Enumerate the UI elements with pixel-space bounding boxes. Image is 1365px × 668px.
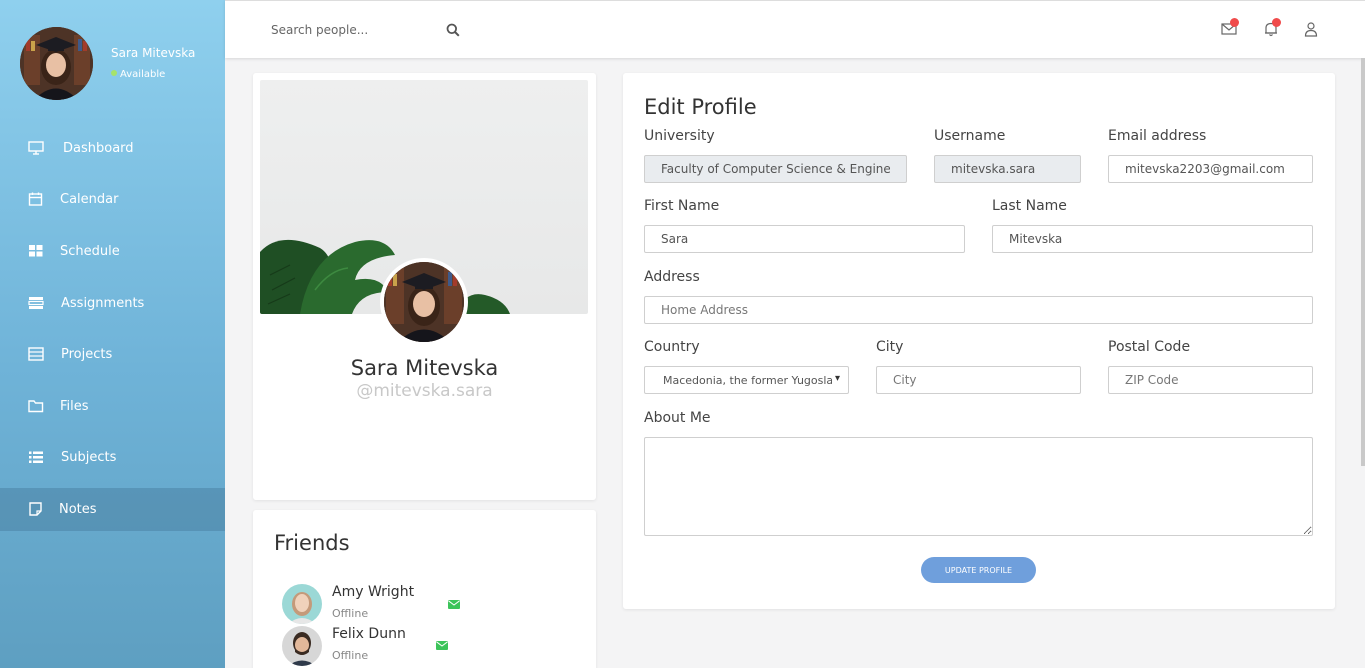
sidebar-item-projects[interactable]: Projects bbox=[0, 333, 225, 376]
avatar bbox=[282, 584, 322, 624]
sidebar-item-label: Calendar bbox=[60, 192, 119, 207]
notification-badge bbox=[1272, 18, 1281, 27]
profile-handle: @mitevska.sara bbox=[356, 381, 493, 401]
search-input[interactable] bbox=[271, 20, 441, 40]
sidebar: Sara Mitevska Available Dashboard Calend… bbox=[0, 0, 225, 668]
postal-code-label: Postal Code bbox=[1108, 339, 1191, 355]
username-field[interactable] bbox=[934, 155, 1081, 183]
sidebar-item-label: Schedule bbox=[60, 244, 120, 259]
country-select[interactable]: Macedonia, the former Yugoslav Republic … bbox=[644, 366, 849, 394]
sidebar-item-label: Notes bbox=[59, 502, 97, 517]
note-icon bbox=[29, 502, 42, 516]
sidebar-item-label: Projects bbox=[61, 347, 113, 362]
sidebar-item-label: Assignments bbox=[61, 296, 145, 311]
friend-name: Felix Dunn bbox=[332, 626, 406, 642]
avatar bbox=[282, 626, 322, 666]
about-me-textarea[interactable] bbox=[644, 437, 1313, 536]
profile-name: Sara Mitevska bbox=[350, 356, 499, 380]
sidebar-user-status: Available bbox=[111, 69, 165, 80]
mail-button[interactable] bbox=[1221, 18, 1239, 37]
friend-status: Offline bbox=[332, 607, 369, 620]
search-icon[interactable] bbox=[446, 23, 460, 37]
sidebar-item-schedule[interactable]: Schedule bbox=[0, 230, 225, 273]
friend-status: Offline bbox=[332, 649, 369, 662]
sidebar-item-files[interactable]: Files bbox=[0, 385, 225, 428]
city-field[interactable] bbox=[876, 366, 1081, 394]
mail-icon[interactable] bbox=[436, 641, 448, 650]
country-label: Country bbox=[644, 339, 700, 355]
username-label: Username bbox=[934, 128, 1006, 144]
edit-profile-card: Edit Profile University Username Email a… bbox=[623, 73, 1335, 609]
table-icon bbox=[28, 347, 44, 361]
first-name-field[interactable] bbox=[644, 225, 965, 253]
profile-card: Sara Mitevska @mitevska.sara bbox=[253, 73, 596, 500]
sidebar-item-label: Files bbox=[60, 399, 89, 414]
last-name-label: Last Name bbox=[992, 198, 1067, 214]
friend-name: Amy Wright bbox=[332, 584, 415, 600]
sidebar-item-assignments[interactable]: Assignments bbox=[0, 282, 225, 325]
bullet-list-icon bbox=[29, 451, 43, 463]
sidebar-item-label: Subjects bbox=[61, 450, 117, 465]
friends-title: Friends bbox=[274, 531, 350, 555]
sidebar-item-label: Dashboard bbox=[63, 141, 134, 156]
sidebar-item-calendar[interactable]: Calendar bbox=[0, 178, 225, 221]
user-icon bbox=[1304, 22, 1318, 37]
user-menu-button[interactable] bbox=[1303, 21, 1319, 37]
monitor-icon bbox=[28, 141, 44, 155]
online-dot-icon bbox=[111, 70, 117, 76]
email-label: Email address bbox=[1108, 128, 1207, 144]
calendar-icon bbox=[28, 192, 43, 206]
sidebar-user-name: Sara Mitevska bbox=[111, 46, 196, 60]
postal-code-field[interactable] bbox=[1108, 366, 1313, 394]
avatar[interactable] bbox=[20, 27, 93, 100]
folder-icon bbox=[28, 400, 44, 413]
university-field[interactable] bbox=[644, 155, 907, 183]
university-label: University bbox=[644, 128, 715, 144]
first-name-label: First Name bbox=[644, 198, 720, 214]
list-item[interactable]: Felix Dunn Offline bbox=[282, 626, 482, 668]
sidebar-item-notes[interactable]: Notes bbox=[0, 488, 225, 531]
mail-badge bbox=[1230, 18, 1239, 27]
status-text: Available bbox=[120, 69, 166, 80]
address-field[interactable] bbox=[644, 296, 1313, 324]
page-title: Edit Profile bbox=[644, 95, 757, 119]
notifications-button[interactable] bbox=[1263, 18, 1281, 37]
list-item[interactable]: Amy Wright Offline bbox=[282, 584, 482, 626]
grid-icon bbox=[29, 245, 43, 257]
update-profile-button[interactable]: UPDATE PROFILE bbox=[921, 557, 1036, 583]
address-label: Address bbox=[644, 269, 700, 285]
top-bar bbox=[225, 0, 1365, 58]
city-label: City bbox=[876, 339, 904, 355]
profile-avatar[interactable] bbox=[380, 258, 468, 346]
email-field[interactable] bbox=[1108, 155, 1313, 183]
about-me-label: About Me bbox=[644, 410, 711, 426]
mail-icon[interactable] bbox=[448, 600, 460, 609]
last-name-field[interactable] bbox=[992, 225, 1313, 253]
sidebar-item-subjects[interactable]: Subjects bbox=[0, 436, 225, 479]
sidebar-item-dashboard[interactable]: Dashboard bbox=[0, 127, 225, 170]
friends-card: Friends Amy Wright Offline Felix Dunn Of… bbox=[253, 510, 596, 668]
page-scrollbar[interactable] bbox=[1361, 58, 1365, 466]
list-box-icon bbox=[28, 297, 44, 309]
sidebar-profile: Sara Mitevska Available bbox=[20, 27, 220, 101]
